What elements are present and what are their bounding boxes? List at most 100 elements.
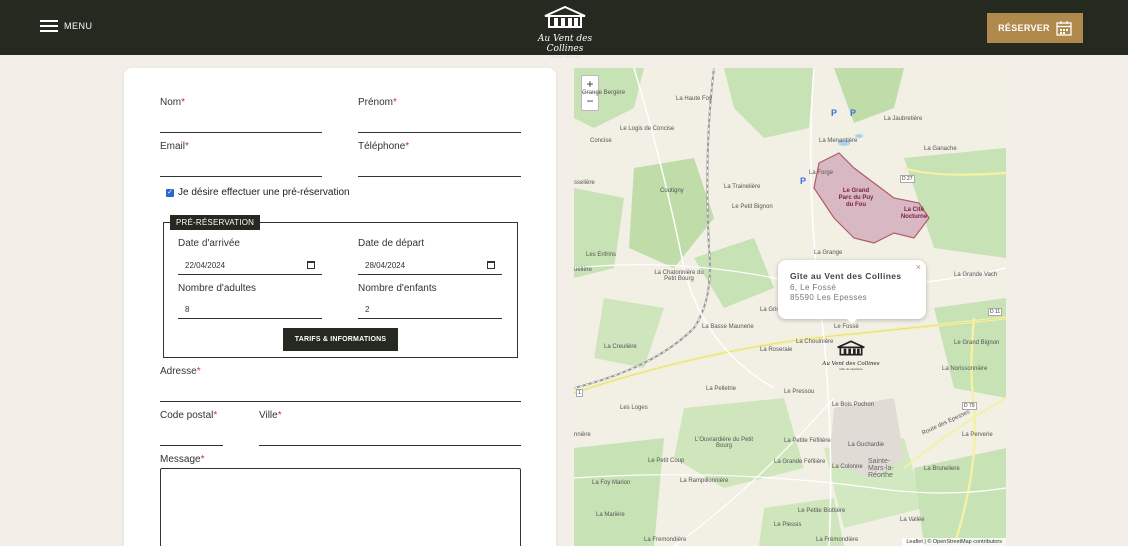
code-postal-field: Code postal* [160,410,217,421]
map-place-label: Le Grand Bignon [954,340,1000,346]
map-place-label: La Colonne [832,464,863,470]
nom-label: Nom* [160,97,186,108]
adresse-field: Adresse* [160,366,201,377]
hamburger-icon [40,20,58,32]
nom-input[interactable] [160,132,322,133]
tarifs-informations-button[interactable]: TARIFS & INFORMATIONS [283,328,398,351]
adresse-input[interactable] [160,401,521,402]
gite-location-marker[interactable]: Au Vent des Collines Gîte de caractère [822,340,880,371]
map-place-label: La Rampillonnière [680,478,729,484]
map-place-label: La Menantière [819,138,858,144]
prenom-label: Prénom* [358,97,397,108]
house-logo-icon [837,340,865,356]
map-place-label: La Jaubretière [884,116,923,122]
email-input[interactable] [160,176,322,177]
map-place-label: Le Plessis [774,522,802,528]
departure-underline [358,274,502,275]
prenom-field: Prénom* [358,97,397,108]
map-place-label: nnière [574,432,591,438]
location-map[interactable]: + − P P P Le Grand Parc du Puy du Fou La… [574,68,1006,546]
map-place-label: La Bruneliere [924,466,960,472]
popup-close-button[interactable]: × [916,262,921,272]
departure-field: Date de départ [358,238,424,249]
prereservation-checkbox[interactable]: ✓ [166,188,174,197]
map-place-label: La Haute Foy [676,96,713,102]
calendar-picker-icon[interactable] [487,261,495,269]
map-popup: × Gîte au Vent des Collines 6, Le Fossé … [778,260,926,319]
logo-tagline: Gîte de caractère [549,54,581,59]
prenom-input[interactable] [358,132,521,133]
reserve-button[interactable]: RÉSERVER [987,13,1083,43]
email-label: Email* [160,141,189,152]
adults-value: 8 [185,305,190,314]
map-place-label: La Pelletrie [706,386,737,392]
menu-button[interactable]: MENU [40,20,93,32]
arrival-date-value: 22/04/2024 [185,260,226,270]
popup-address-line: 85590 Les Epesses [790,293,868,302]
site-logo[interactable]: Au Vent des Collines Gîte de caractère [520,5,610,59]
arrival-label: Date d'arrivée [178,238,240,249]
message-field: Message* [160,454,204,465]
menu-label: MENU [64,21,93,31]
children-input[interactable]: 2 [358,301,502,318]
map-place-label: La Norissonnière [942,366,988,372]
telephone-field: Téléphone* [358,141,409,152]
departure-date-value: 28/04/2024 [365,260,406,270]
map-place-label: Coutigny [660,188,684,194]
arrival-field: Date d'arrivée [178,238,240,249]
house-logo-icon [544,5,586,28]
prereservation-checkbox-row[interactable]: ✓ Je désire effectuer une pré-réservatio… [166,187,350,198]
top-navigation-bar: MENU Au Vent des Collines Gîte de caract… [0,0,1128,59]
adults-label: Nombre d'adultes [178,283,257,294]
poi-cite-nocturne: La Cité Nocturne [900,207,928,220]
parking-icon: P [850,108,857,118]
code-postal-input[interactable] [160,445,223,446]
road-label: D 79 [962,402,977,410]
adults-field: Nombre d'adultes [178,283,256,294]
map-place-label: L'Ouvrardière du Petit Bourg [694,437,754,449]
map-place-label: Les Loges [620,405,648,411]
ville-field: Ville* [259,410,282,421]
logo-name: Au Vent des Collines [537,34,593,54]
parking-icon: P [831,108,838,118]
map-place-label: Le Petite Biottière [798,508,846,514]
popup-tip [846,318,858,324]
map-place-label: La Fremondière [644,537,687,543]
map-place-label: Grange Bergère [582,90,626,96]
map-place-label: La Foy Marion [592,480,631,486]
map-place-label: Sainte-Mars-la-Réorthe [868,458,894,479]
calendar-picker-icon[interactable] [307,261,315,269]
children-underline [358,318,502,319]
map-place-label: La Trainelière [724,184,761,190]
map-place-label: Le Fossé [834,324,859,330]
map-place-label: Le Logis de Concise [620,126,675,132]
code-postal-label: Code postal* [160,410,218,421]
telephone-input[interactable] [358,176,521,177]
map-place-label: La Ganache [924,146,957,152]
arrival-date-input[interactable]: 22/04/2024 [178,256,322,274]
departure-label: Date de départ [358,238,425,249]
map-place-label: Concise [590,138,612,144]
calendar-icon [1056,21,1072,36]
map-attribution[interactable]: Leaflet | © OpenStreetMap contributors [902,538,1006,546]
adults-input[interactable]: 8 [178,301,322,318]
arrival-underline [178,274,322,275]
departure-date-input[interactable]: 28/04/2024 [358,256,502,274]
telephone-label: Téléphone* [358,141,410,152]
map-place-label: La Guchardie [848,442,885,448]
map-place-label: La Grande Vach [954,272,998,278]
ville-input[interactable] [259,445,521,446]
map-place-label: La Marière [596,512,625,518]
map-place-label: La Chatonnière du Petit Bourg [654,270,704,282]
map-place-label: Le Pressou [784,389,815,395]
map-place-label: uelière [574,267,593,273]
message-label: Message* [160,454,205,465]
children-value: 2 [365,305,370,314]
children-label: Nombre d'enfants [358,283,437,294]
ville-label: Ville* [259,410,282,421]
map-place-label: La Petite Féfilière [784,438,831,444]
marker-tagline: Gîte de caractère [839,367,863,371]
message-textarea[interactable] [160,468,521,546]
adults-underline [178,318,322,319]
map-place-label: Le Bois Pochon [832,402,875,408]
